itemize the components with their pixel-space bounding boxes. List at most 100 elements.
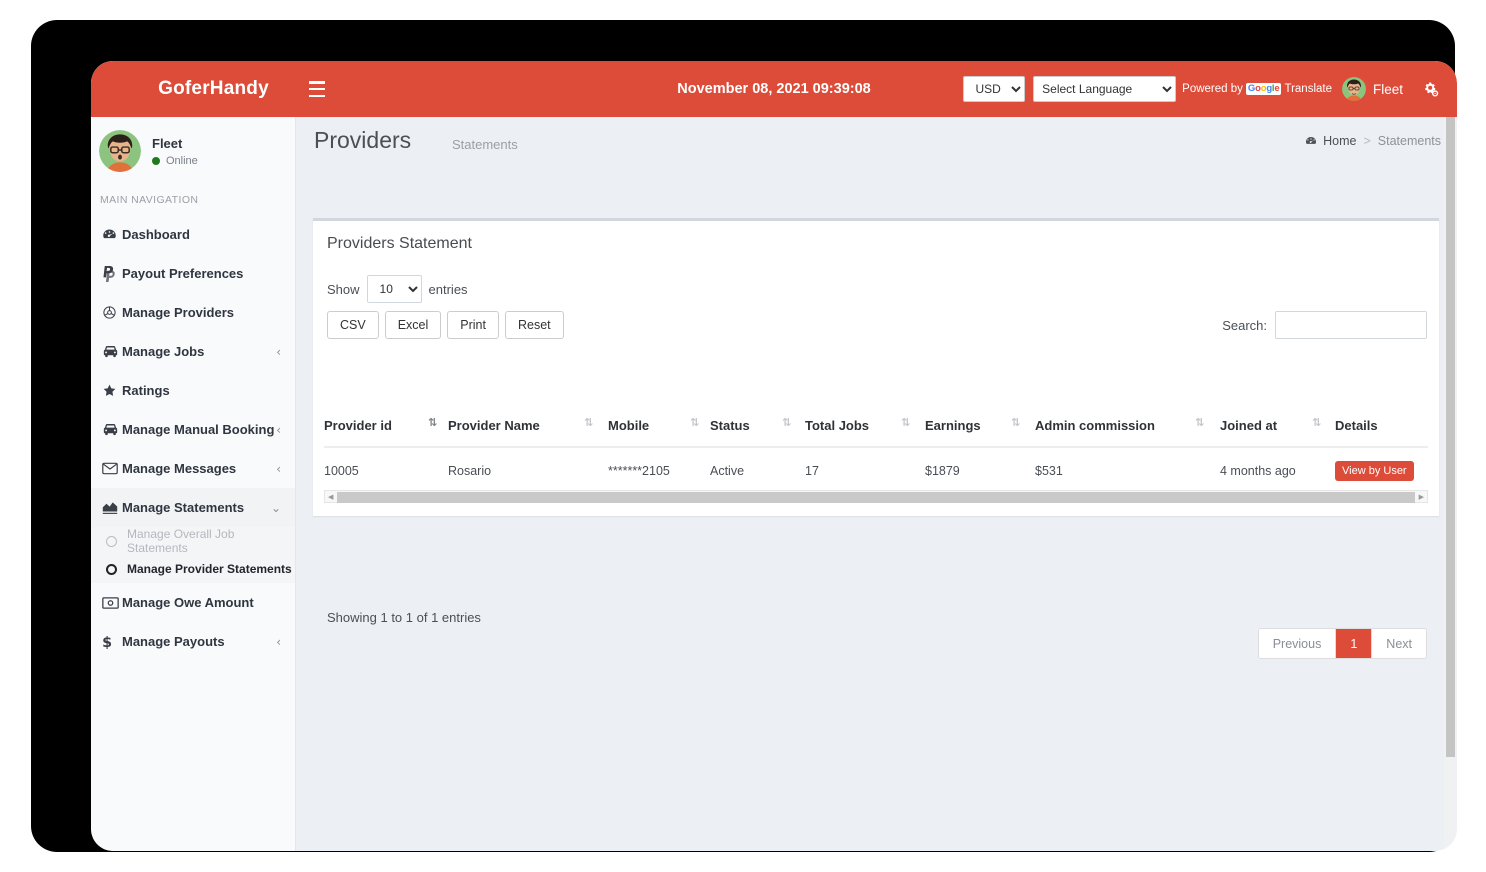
sidebar-item-manage-manual-booking[interactable]: Manage Manual Booking ‹ xyxy=(91,410,295,449)
cell-status: Active xyxy=(710,447,805,496)
sidebar-item-manage-providers[interactable]: Manage Providers xyxy=(91,293,295,332)
content-header: Providers Statements Home > Statements xyxy=(296,117,1457,169)
entries-per-page-select[interactable]: 10 xyxy=(366,275,422,303)
navbar-right-group: USD Select Language Powered by Google Tr… xyxy=(963,61,1457,117)
avatar xyxy=(99,130,141,172)
table-row: 10005 Rosario *******2105 Active 17 $187… xyxy=(324,447,1428,496)
chevron-left-icon: ‹ xyxy=(276,461,281,476)
sort-icon[interactable]: ⇅ xyxy=(1011,417,1020,428)
sort-icon[interactable]: ⇅ xyxy=(690,417,699,428)
providers-statement-table: Provider id ⇅ Provider Name ⇅ Mobile ⇅ S… xyxy=(324,412,1428,496)
page-scrollbar-thumb[interactable] xyxy=(1446,117,1455,757)
sidebar-item-manage-statements[interactable]: Manage Statements ⌄ xyxy=(91,488,295,527)
table-controls: Show 10 entries CSV Excel Print Reset Se… xyxy=(313,253,1439,339)
sort-icon[interactable]: ⇅ xyxy=(584,417,593,428)
datetime-text: November 08, 2021 09:39:08 xyxy=(677,81,871,97)
csv-button[interactable]: CSV xyxy=(327,311,379,339)
hamburger-icon[interactable] xyxy=(306,78,330,100)
column-header-joined-at[interactable]: Joined at ⇅ xyxy=(1220,412,1335,448)
cell-provider-id: 10005 xyxy=(324,447,448,496)
chevron-left-icon: ‹ xyxy=(276,422,281,437)
sidebar-item-label: Payout Preferences xyxy=(122,266,244,281)
table-info: Showing 1 to 1 of 1 entries xyxy=(327,610,481,625)
sidebar-subitem-label: Manage Provider Statements xyxy=(127,562,292,576)
column-label: Provider Name xyxy=(448,418,540,433)
column-label: Mobile xyxy=(608,418,650,433)
pagination-previous[interactable]: Previous xyxy=(1258,629,1337,658)
sidebar-item-label: Ratings xyxy=(122,383,170,398)
column-label: Details xyxy=(1335,418,1378,433)
breadcrumb-separator: > xyxy=(1363,134,1371,148)
star-icon xyxy=(102,383,122,398)
column-label: Admin commission xyxy=(1035,418,1155,433)
google-translate-attribution: Powered by Google Translate xyxy=(1182,83,1332,95)
cell-provider-name: Rosario xyxy=(448,447,608,496)
sidebar-item-ratings[interactable]: Ratings xyxy=(91,371,295,410)
column-header-mobile[interactable]: Mobile ⇅ xyxy=(608,412,710,448)
sort-icon[interactable]: ⇅ xyxy=(901,417,910,428)
currency-select[interactable]: USD xyxy=(963,76,1026,102)
paypal-icon xyxy=(102,265,122,282)
translate-suffix: Translate xyxy=(1284,83,1332,95)
chevron-left-icon: ‹ xyxy=(276,344,281,359)
column-label: Total Jobs xyxy=(805,418,870,433)
panel-title: Providers Statement xyxy=(327,235,472,252)
sidebar-subitem-manage-overall-job-statements[interactable]: Manage Overall Job Statements xyxy=(91,527,295,555)
sort-icon[interactable]: ⇅ xyxy=(782,417,791,428)
circle-icon xyxy=(106,563,117,575)
pagination-next[interactable]: Next xyxy=(1372,629,1426,658)
sidebar-item-label: Dashboard xyxy=(122,227,190,242)
language-select[interactable]: Select Language xyxy=(1033,76,1177,102)
table-horizontal-scrollbar[interactable]: ◀ ▶ xyxy=(324,490,1428,503)
pagination-page-1[interactable]: 1 xyxy=(1336,629,1373,658)
sidebar-item-payout-preferences[interactable]: Payout Preferences xyxy=(91,254,295,293)
sort-icon[interactable]: ⇅ xyxy=(428,417,437,428)
dollar-icon: $ xyxy=(102,634,122,649)
sidebar-user-panel[interactable]: Fleet Online xyxy=(91,117,295,185)
breadcrumb-home[interactable]: Home xyxy=(1305,134,1356,148)
providers-statement-panel: Providers Statement Show 10 entries CSV … xyxy=(313,218,1439,659)
column-header-earnings[interactable]: Earnings ⇅ xyxy=(925,412,1035,448)
navbar-user-name: Fleet xyxy=(1372,81,1403,97)
column-header-details: Details xyxy=(1335,412,1428,448)
search-input[interactable] xyxy=(1275,311,1427,339)
sidebar-item-label: Manage Jobs xyxy=(122,344,205,359)
export-button-group: CSV Excel Print Reset xyxy=(327,311,564,339)
column-header-total-jobs[interactable]: Total Jobs ⇅ xyxy=(805,412,925,448)
view-by-user-button[interactable]: View by User xyxy=(1335,461,1414,481)
column-header-provider-name[interactable]: Provider Name ⇅ xyxy=(448,412,608,448)
sidebar-item-manage-messages[interactable]: Manage Messages ‹ xyxy=(91,449,295,488)
gears-icon[interactable] xyxy=(1417,76,1443,102)
sort-icon[interactable]: ⇅ xyxy=(1312,417,1321,428)
length-label-before: Show xyxy=(327,281,360,297)
svg-text:$: $ xyxy=(102,634,112,649)
pagination: Previous 1 Next xyxy=(1257,628,1427,659)
sort-icon[interactable]: ⇅ xyxy=(1195,417,1204,428)
column-label: Provider id xyxy=(324,418,392,433)
page-scrollbar[interactable] xyxy=(1444,117,1457,851)
sidebar-item-manage-owe-amount[interactable]: Manage Owe Amount xyxy=(91,583,295,622)
sidebar-item-label: Manage Providers xyxy=(122,305,234,320)
brand-logo[interactable]: GoferHandy xyxy=(131,61,296,117)
navbar-user-menu[interactable]: Fleet xyxy=(1341,77,1403,101)
cell-earnings: $1879 xyxy=(925,447,1035,496)
column-header-status[interactable]: Status ⇅ xyxy=(710,412,805,448)
sidebar-item-manage-jobs[interactable]: Manage Jobs ‹ xyxy=(91,332,295,371)
scroll-right-arrow-icon[interactable]: ▶ xyxy=(1416,493,1427,501)
sidebar-subitem-manage-provider-statements[interactable]: Manage Provider Statements xyxy=(91,555,295,583)
sidebar-item-dashboard[interactable]: Dashboard xyxy=(91,215,295,254)
column-header-provider-id[interactable]: Provider id ⇅ xyxy=(324,412,448,448)
money-icon xyxy=(102,596,122,609)
scrollbar-thumb[interactable] xyxy=(337,492,1415,503)
sidebar-item-manage-payouts[interactable]: $ Manage Payouts ‹ xyxy=(91,622,295,661)
excel-button[interactable]: Excel xyxy=(384,311,442,339)
print-button[interactable]: Print xyxy=(447,311,499,339)
car-icon xyxy=(102,423,122,437)
table-length-control: Show 10 entries xyxy=(327,275,468,303)
sidebar-section-header: MAIN NAVIGATION xyxy=(100,194,199,206)
scroll-left-arrow-icon[interactable]: ◀ xyxy=(325,493,336,501)
reset-button[interactable]: Reset xyxy=(504,311,564,339)
device-bezel: GoferHandy November 08, 2021 09:39:08 US… xyxy=(31,20,1457,852)
column-header-admin-commission[interactable]: Admin commission ⇅ xyxy=(1035,412,1220,448)
breadcrumb-current: Statements xyxy=(1377,134,1441,148)
